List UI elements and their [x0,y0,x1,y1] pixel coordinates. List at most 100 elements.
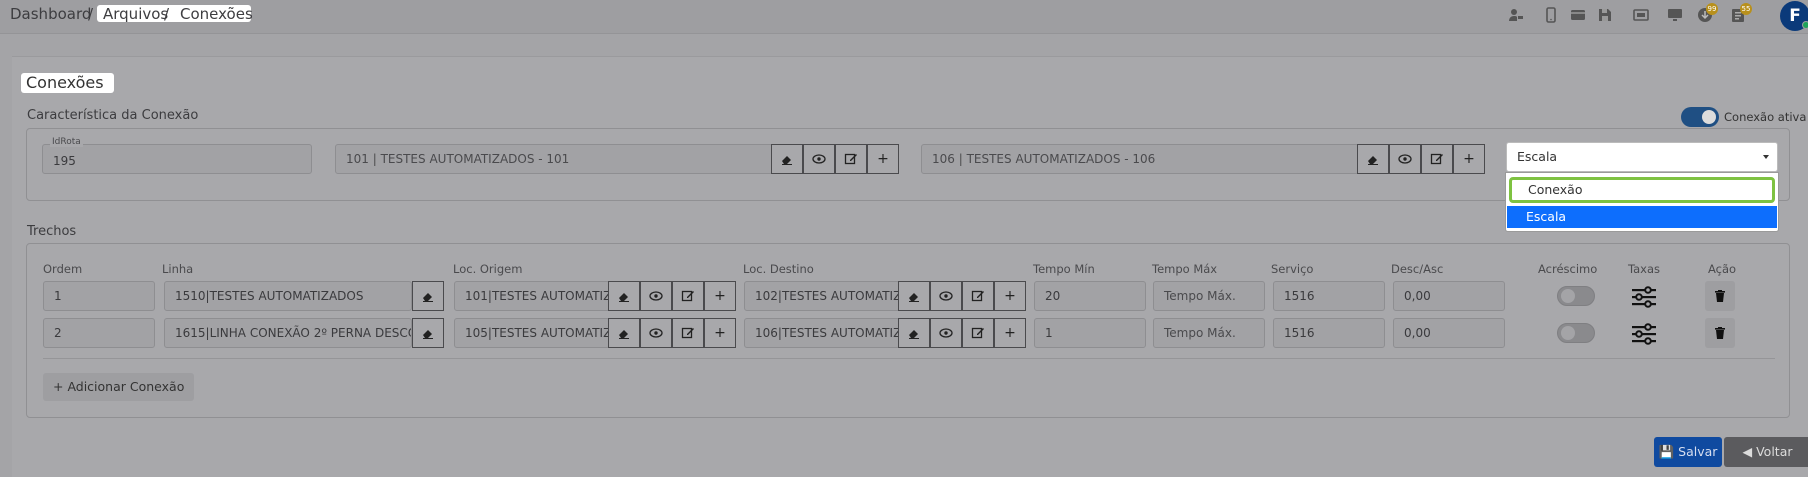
linha-origem-field[interactable]: 101 | TESTES AUTOMATIZADOS - 101 [335,144,773,174]
tempo-max-field[interactable]: Tempo Máx. [1153,281,1265,311]
eye-icon [812,154,826,164]
edit-icon [1430,153,1443,165]
edit-button[interactable] [962,318,994,348]
edit-button[interactable] [1421,144,1453,174]
eye-icon [939,291,953,301]
acrescimo-toggle[interactable] [1557,323,1595,343]
conexao-ativa-toggle[interactable] [1681,107,1719,127]
col-loc-origem: Loc. Origem [453,262,523,276]
edit-icon [971,290,984,302]
option-conexao[interactable]: Conexão [1509,177,1775,203]
destino-field[interactable]: 106|TESTES AUTOMATIZ [744,318,900,348]
top-bar [0,0,1808,34]
tempo-min-field[interactable]: 20 [1034,281,1146,311]
card-icon[interactable] [1570,7,1586,23]
sliders-icon[interactable] [1630,322,1658,346]
col-loc-destino: Loc. Destino [743,262,814,276]
edit-button[interactable] [835,144,867,174]
save-button[interactable]: 💾 Salvar [1654,437,1722,467]
linha-destino-field[interactable]: 106 | TESTES AUTOMATIZADOS - 106 [921,144,1359,174]
add-button[interactable]: + [994,281,1026,311]
desc-asc-field[interactable]: 0,00 [1393,318,1505,348]
edit-button[interactable] [672,318,704,348]
eraser-button[interactable] [771,144,803,174]
add-button[interactable]: + [994,318,1026,348]
view-button[interactable] [640,318,672,348]
section-caracteristica-label: Característica da Conexão [27,108,199,123]
tempo-min-field[interactable]: 1 [1034,318,1146,348]
breadcrumb-dashboard[interactable]: Dashboard [10,5,91,23]
user-key-icon[interactable] [1508,7,1524,23]
option-escala[interactable]: Escala [1507,206,1777,228]
view-button[interactable] [1389,144,1421,174]
ordem-field[interactable]: 2 [43,318,155,348]
online-status-dot [1802,21,1808,29]
eraser-button[interactable] [412,281,444,311]
eye-icon [1398,154,1412,164]
eraser-button[interactable] [608,318,640,348]
mobile-icon[interactable] [1543,7,1559,23]
view-button[interactable] [640,281,672,311]
view-button[interactable] [930,281,962,311]
destino-field[interactable]: 102|TESTES AUTOMATIZ [744,281,900,311]
edit-button[interactable] [672,281,704,311]
breadcrumb-separator: / [164,5,170,23]
view-button[interactable] [930,318,962,348]
servico-field[interactable]: 1516 [1273,318,1385,348]
desc-asc-field[interactable]: 0,00 [1393,281,1505,311]
back-button[interactable]: ◀ Voltar [1724,437,1808,467]
breadcrumb-separator: / [88,5,94,23]
delete-button[interactable] [1705,318,1735,348]
linha-field[interactable]: 1510|TESTES AUTOMATIZADOS [164,281,412,311]
delete-button[interactable] [1705,281,1735,311]
eye-icon [649,291,663,301]
add-button[interactable]: + [1453,144,1485,174]
acrescimo-toggle[interactable] [1557,286,1595,306]
eraser-button[interactable] [1357,144,1389,174]
breadcrumb-current: Conexões [180,5,253,23]
eraser-icon [619,293,629,302]
eraser-button[interactable] [608,281,640,311]
servico-field[interactable]: 1516 [1273,281,1385,311]
origem-field[interactable]: 101|TESTES AUTOMATIZ [454,281,610,311]
save-disk-icon[interactable] [1597,7,1613,23]
sliders-icon[interactable] [1630,285,1658,309]
edit-icon [681,327,694,339]
select-value: Escala [1517,149,1558,164]
origem-field[interactable]: 105|TESTES AUTOMATIZ [454,318,610,348]
tipo-conexao-select[interactable]: Escala [1506,142,1778,172]
back-arrow-icon: ◀ [1742,444,1753,459]
col-linha: Linha [162,262,194,276]
ticket-icon[interactable] [1633,7,1649,23]
ordem-field[interactable]: 1 [43,281,155,311]
view-button[interactable] [803,144,835,174]
eraser-icon [423,330,433,339]
monitor-icon[interactable] [1667,7,1683,23]
edit-button[interactable] [962,281,994,311]
add-button[interactable]: + [867,144,899,174]
add-button[interactable]: + [704,281,736,311]
conexao-ativa-label: Conexão ativa [1724,110,1807,124]
col-taxas: Taxas [1628,262,1661,276]
edit-icon [681,290,694,302]
col-tempo-max: Tempo Máx [1152,262,1218,276]
eraser-icon [1368,156,1378,165]
eraser-button[interactable] [898,318,930,348]
breadcrumb-arquivos[interactable]: Arquivos [103,5,168,23]
divider [43,358,1775,359]
col-desc-asc: Desc/Asc [1391,262,1444,276]
page-title: Conexões [26,73,104,92]
eraser-icon [619,330,629,339]
add-conexao-button[interactable]: + Adicionar Conexão [43,373,195,401]
eraser-button[interactable] [898,281,930,311]
eraser-button[interactable] [412,318,444,348]
tempo-max-field[interactable]: Tempo Máx. [1153,318,1265,348]
back-label: Voltar [1756,444,1793,459]
idrota-field: 195 [42,144,312,174]
add-button[interactable]: + [704,318,736,348]
col-acao: Ação [1708,262,1737,276]
download-badge: 99 [1706,3,1718,15]
chevron-down-icon [1763,155,1769,159]
save-icon: 💾 [1658,444,1675,459]
linha-field[interactable]: 1615|LINHA CONEXÃO 2º PERNA DESCON [164,318,412,348]
